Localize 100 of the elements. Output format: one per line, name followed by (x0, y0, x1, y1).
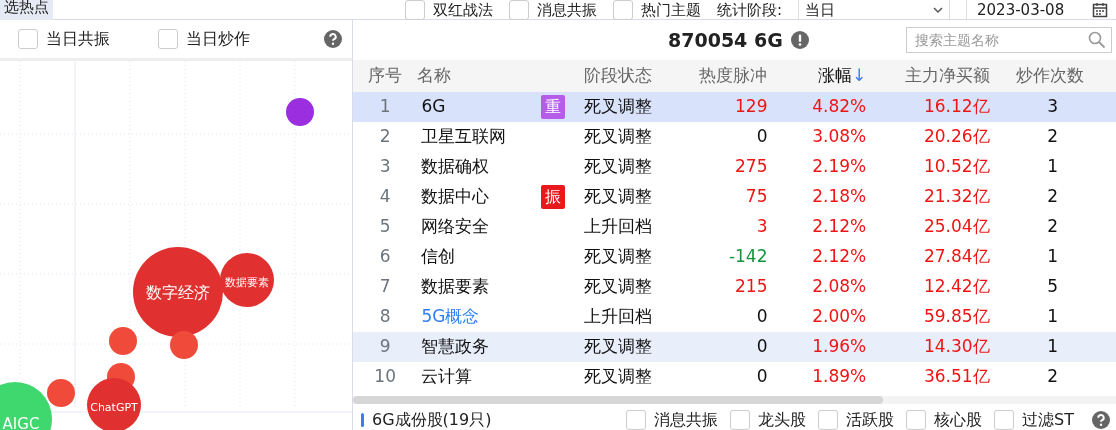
bubble[interactable] (87, 378, 141, 430)
stage-status: 上升回档 (583, 216, 652, 237)
theme-name: 6G (421, 96, 446, 117)
search-icon[interactable] (1088, 31, 1106, 49)
checkbox-label[interactable]: 当日共振 (46, 27, 110, 51)
stage-status: 死叉调整 (583, 96, 652, 117)
table-row[interactable]: 10 云计算 死叉调整 0 1.89% 36.51亿 2 (353, 362, 1116, 392)
bubble[interactable] (109, 327, 137, 355)
column-header[interactable]: 名称 (417, 65, 452, 86)
change-percent: 2.19% (812, 156, 867, 177)
heat-value: 3 (756, 216, 768, 237)
change-percent: 2.18% (812, 186, 867, 207)
hype-count: 1 (1047, 156, 1058, 177)
tag: 振 (540, 185, 565, 210)
stage-status: 死叉调整 (583, 246, 652, 267)
table-row[interactable]: 4 数据中心 振 死叉调整 75 2.18% 21.32亿 2 (353, 182, 1116, 212)
help-icon[interactable] (1092, 411, 1110, 429)
period-select[interactable]: 当日 (798, 0, 950, 20)
hype-count: 1 (1047, 306, 1058, 327)
theme-name: 数据确权 (421, 156, 490, 177)
theme-name: 卫星互联网 (421, 126, 507, 147)
bubble[interactable] (47, 379, 75, 407)
row-number: 5 (379, 216, 391, 237)
checkbox-label[interactable]: 热门主题 (640, 0, 701, 20)
checkbox[interactable] (906, 410, 927, 430)
change-percent: 1.89% (812, 366, 867, 387)
theme-name: 数据要素 (421, 276, 490, 297)
table-row[interactable]: 3 数据确权 死叉调整 275 2.19% 10.52亿 1 (353, 152, 1116, 182)
hype-count: 3 (1047, 96, 1058, 117)
tab[interactable]: 选热点 (0, 0, 53, 20)
column-header[interactable]: 涨幅 (817, 65, 852, 86)
bubble[interactable] (133, 247, 223, 337)
bubble-label: 数据要素 (225, 276, 269, 289)
stage-status: 死叉调整 (583, 186, 652, 207)
checkbox[interactable] (158, 29, 178, 49)
bubble[interactable] (0, 382, 52, 430)
info-icon[interactable] (790, 31, 809, 49)
theme-name: 5G概念 (421, 306, 480, 327)
heat-value: 75 (745, 186, 768, 207)
bubble[interactable] (170, 331, 198, 359)
change-percent: 2.00% (812, 306, 867, 327)
hype-count: 1 (1047, 336, 1058, 357)
checkbox[interactable] (730, 410, 751, 430)
checkbox-label[interactable]: 消息共振 (536, 0, 597, 20)
heat-value: 215 (735, 276, 768, 297)
net-buy-amount: 36.51亿 (923, 366, 990, 387)
help-icon[interactable] (324, 30, 342, 48)
date-field[interactable]: 2023-03-08 (966, 0, 1076, 20)
table-row[interactable]: 1 6G 重 死叉调整 129 4.82% 16.12亿 3 (353, 92, 1116, 122)
accent-bar (361, 413, 364, 427)
row-number: 2 (379, 126, 391, 147)
bubble[interactable] (286, 98, 314, 126)
stage-status: 死叉调整 (583, 366, 652, 387)
bubble-label: AIGC (2, 415, 40, 430)
checkbox[interactable] (508, 0, 529, 20)
bubble[interactable] (220, 253, 274, 307)
checkbox-label[interactable]: 活跃股 (846, 410, 895, 430)
checkbox-label[interactable]: 双红战法 (432, 0, 493, 20)
hype-count: 5 (1047, 276, 1058, 297)
theme-name: 智慧政务 (421, 336, 490, 357)
checkbox[interactable] (994, 410, 1015, 430)
checkbox-label[interactable]: 消息共振 (654, 410, 719, 430)
hype-count: 2 (1047, 216, 1058, 237)
table-row[interactable]: 5 网络安全 上升回档 3 2.12% 25.04亿 2 (353, 212, 1116, 242)
checkbox[interactable] (18, 29, 38, 49)
net-buy-amount: 10.52亿 (923, 156, 990, 177)
change-percent: 2.12% (812, 246, 867, 267)
checkbox-label[interactable]: 当日炒作 (186, 27, 250, 51)
tag: 重 (540, 95, 565, 120)
checkbox[interactable] (626, 410, 647, 430)
heat-value: -142 (728, 246, 768, 267)
table-row[interactable]: 9 智慧政务 死叉调整 0 1.96% 14.30亿 1 (353, 332, 1116, 362)
theme-name: 云计算 (421, 366, 473, 387)
row-number: 10 (374, 366, 396, 387)
row-number: 8 (379, 306, 391, 327)
row-number: 7 (379, 276, 391, 297)
checkbox[interactable] (818, 410, 839, 430)
calendar-icon[interactable] (1092, 2, 1108, 18)
hype-count: 2 (1047, 126, 1058, 147)
table-row[interactable]: 8 5G概念 上升回档 0 2.00% 59.85亿 1 (353, 302, 1116, 332)
bubble-label: 数字经济 (146, 283, 210, 302)
checkbox[interactable] (612, 0, 633, 20)
table-row[interactable]: 2 卫星互联网 死叉调整 0 3.08% 20.26亿 2 (353, 122, 1116, 152)
search-field[interactable]: 搜索主题名称 (906, 27, 1112, 53)
heat-value: 275 (735, 156, 768, 177)
table-row[interactable]: 7 数据要素 死叉调整 215 2.08% 12.42亿 5 (353, 272, 1116, 302)
checkbox-label[interactable]: 龙头股 (758, 410, 807, 430)
heat-value: 0 (756, 306, 768, 327)
checkbox-label[interactable]: 核心股 (934, 410, 983, 430)
net-buy-amount: 27.84亿 (923, 246, 990, 267)
change-percent: 2.12% (812, 216, 867, 237)
net-buy-amount: 12.42亿 (923, 276, 990, 297)
change-percent: 3.08% (812, 126, 867, 147)
checkbox[interactable] (404, 0, 425, 20)
sort-indicator[interactable]: ↓ (851, 65, 867, 86)
table-row[interactable]: 6 信创 死叉调整 -142 2.12% 27.84亿 1 (353, 242, 1116, 272)
stage-status: 上升回档 (583, 306, 652, 327)
checkbox-label[interactable]: 过滤ST (1022, 410, 1074, 430)
scrollbar-thumb[interactable] (353, 396, 883, 404)
change-percent: 4.82% (812, 96, 867, 117)
